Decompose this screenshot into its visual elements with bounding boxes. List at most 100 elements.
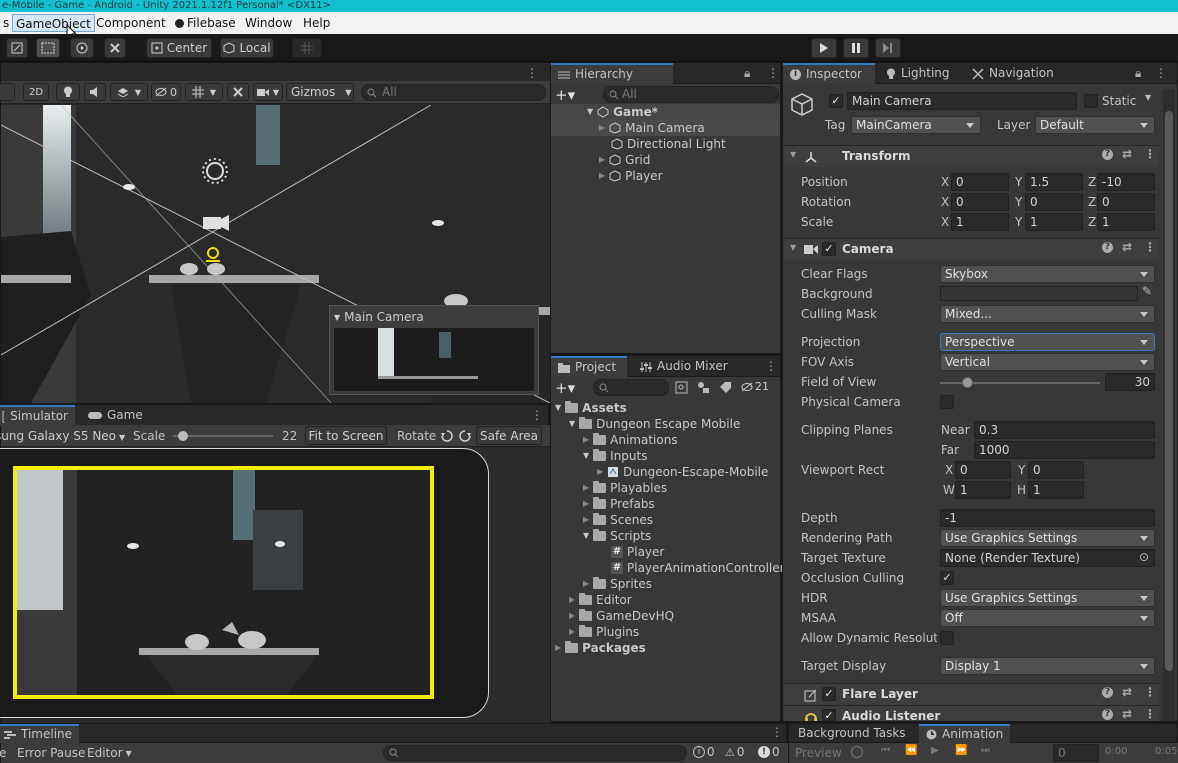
project-editor-folder[interactable]: ▶ Editor	[569, 592, 632, 608]
project-sprites-folder[interactable]: ▶ Sprites	[583, 576, 652, 592]
help-icon[interactable]: ?	[1102, 149, 1113, 160]
depth-field[interactable]: -1	[940, 509, 1155, 527]
project-plugins-folder[interactable]: ▶ Plugins	[569, 624, 639, 640]
step-button[interactable]	[875, 38, 901, 58]
safe-area-toggle[interactable]: Safe Area	[476, 426, 542, 445]
presets-icon[interactable]: ⇄	[1122, 240, 1132, 254]
record-icon[interactable]	[851, 746, 863, 758]
position-z-field[interactable]: -10	[1097, 173, 1155, 191]
fov-value-field[interactable]: 30	[1105, 373, 1155, 391]
rotate-left-icon[interactable]	[441, 430, 453, 442]
audio-toggle[interactable]	[84, 83, 106, 101]
project-scenes-folder[interactable]: ▶ Scenes	[583, 512, 653, 528]
target-texture-field[interactable]: None (Render Texture)	[940, 549, 1155, 567]
filter-shapes-icon[interactable]	[697, 381, 710, 394]
viewport-w-field[interactable]: 1	[955, 481, 1011, 499]
menu-item-component[interactable]: Component	[93, 14, 169, 32]
project-packages-folder[interactable]: ▶ Packages	[555, 640, 646, 656]
editor-target-dropdown[interactable]: Editor ▼	[87, 744, 132, 762]
hierarchy-item-player[interactable]: ▶ Player	[599, 168, 663, 184]
project-menu-icon[interactable]: ⋮	[765, 359, 777, 373]
inspector-scrollbar[interactable]	[1163, 89, 1175, 721]
draw-mode-dropdown[interactable]	[0, 83, 15, 101]
scene-panel-menu-icon[interactable]: ⋮	[526, 66, 538, 80]
fit-to-screen-button[interactable]: Fit to Screen	[305, 426, 387, 445]
warn-count-toggle[interactable]: ⚠ 0	[725, 745, 745, 759]
presets-icon[interactable]: ⇄	[1122, 707, 1132, 721]
project-script-player[interactable]: # Player	[611, 544, 664, 560]
scrollbar-thumb[interactable]	[1165, 111, 1173, 671]
safe-area-game-view[interactable]	[13, 466, 434, 699]
gizmos-dropdown[interactable]: Gizmos ▼	[286, 83, 354, 101]
hierarchy-menu-icon[interactable]: ⋮	[767, 66, 779, 80]
scene-search-input[interactable]: All	[361, 84, 546, 101]
rendering-path-dropdown[interactable]: Use Graphics Settings	[940, 529, 1155, 547]
next-key-icon[interactable]: ⏩	[955, 745, 967, 756]
menu-item-help[interactable]: Help	[300, 14, 333, 32]
grid-dropdown[interactable]: ▼	[185, 83, 223, 101]
error-pause-toggle[interactable]: Error Pause	[17, 744, 85, 762]
static-dropdown-arrow[interactable]: ▼	[1145, 93, 1151, 102]
menu-item-window[interactable]: Window	[242, 14, 295, 32]
dynamic-resolution-checkbox[interactable]	[940, 631, 954, 645]
effects-dropdown[interactable]: ▼	[110, 83, 148, 101]
tab-lighting[interactable]: Lighting	[879, 63, 957, 84]
tab-animation[interactable]: Animation	[919, 724, 1011, 743]
static-checkbox[interactable]	[1084, 94, 1098, 108]
project-dungeon-folder[interactable]: ▼ Dungeon Escape Mobile	[569, 416, 740, 432]
hierarchy-item-main-camera[interactable]: ▶ Main Camera	[599, 120, 705, 136]
fov-slider-knob[interactable]	[962, 377, 974, 388]
console-search-input[interactable]	[383, 745, 687, 761]
camera-dropdown[interactable]: ▼	[253, 83, 283, 101]
component-menu-icon[interactable]: ⋮	[1144, 240, 1156, 254]
hierarchy-scene-row[interactable]	[551, 104, 780, 121]
presets-icon[interactable]: ⇄	[1122, 147, 1132, 161]
scene-canvas[interactable]: ▼ Main Camera	[1, 105, 550, 403]
menu-item-assets[interactable]: s	[0, 14, 12, 32]
tab-inspector[interactable]: i Inspector	[783, 63, 875, 84]
flare-layer-checkbox[interactable]: ✓	[822, 687, 836, 701]
occlusion-culling-checkbox[interactable]: ✓	[940, 571, 954, 585]
tab-background-tasks[interactable]: Background Tasks	[791, 724, 913, 743]
projection-dropdown[interactable]: Perspective	[940, 333, 1155, 351]
project-assets-folder[interactable]: ▼ Assets	[555, 400, 627, 416]
hdr-dropdown[interactable]: Use Graphics Settings	[940, 589, 1155, 607]
tab-game[interactable]: Game	[81, 405, 150, 426]
search-by-type-icon[interactable]	[675, 381, 688, 394]
object-name-field[interactable]: Main Camera	[847, 92, 1077, 110]
grid-snap-button[interactable]	[292, 38, 322, 58]
rotate-right-icon[interactable]	[459, 430, 471, 442]
hierarchy-item-grid[interactable]: ▶ Grid	[599, 152, 650, 168]
scale-x-field[interactable]: 1	[951, 213, 1009, 231]
scale-z-field[interactable]: 1	[1097, 213, 1155, 231]
rotation-z-field[interactable]: 0	[1097, 193, 1155, 211]
tab-hierarchy[interactable]: Hierarchy	[551, 63, 673, 84]
simulator-menu-icon[interactable]: ⋮	[531, 408, 543, 422]
prev-key-icon[interactable]: ⏪	[905, 745, 917, 756]
scale-slider-knob[interactable]	[178, 431, 188, 441]
transform-header[interactable]: ▼ Transform ? ⇄ ⋮	[784, 145, 1159, 167]
project-input-asset[interactable]: ▶ Dungeon-Escape-Mobile	[597, 464, 768, 480]
create-add-icon[interactable]: +▾	[555, 86, 575, 104]
clear-on-play-toggle[interactable]: e	[0, 744, 6, 762]
log-count-toggle[interactable]: i0	[693, 745, 715, 759]
2d-toggle[interactable]: 2D	[23, 83, 49, 101]
device-dropdown[interactable]: sung Galaxy S5 Neo ▼	[0, 425, 141, 447]
last-key-icon[interactable]: ⏭	[981, 745, 990, 756]
culling-mask-dropdown[interactable]: Mixed...	[940, 305, 1155, 323]
project-search-input[interactable]	[593, 379, 669, 396]
physical-camera-checkbox[interactable]	[940, 395, 954, 409]
help-icon[interactable]: ?	[1102, 242, 1113, 253]
project-prefabs-folder[interactable]: ▶ Prefabs	[583, 496, 655, 512]
tab-navigation[interactable]: Navigation	[965, 63, 1061, 84]
rect-tool-button[interactable]	[6, 38, 28, 58]
position-y-field[interactable]: 1.5	[1025, 173, 1083, 191]
create-add-icon[interactable]: +▾	[555, 379, 575, 397]
audio-listener-header[interactable]: ✓ Audio Listener ? ⇄ ⋮	[784, 705, 1159, 721]
first-key-icon[interactable]: ⏮	[881, 745, 890, 756]
near-field[interactable]: 0.3	[974, 421, 1155, 439]
flare-layer-header[interactable]: ✓ Flare Layer ? ⇄ ⋮	[784, 683, 1159, 705]
project-script-anim-controller[interactable]: # PlayerAnimationController	[611, 560, 785, 576]
rotation-x-field[interactable]: 0	[951, 193, 1009, 211]
tools-toggle[interactable]	[227, 83, 249, 101]
